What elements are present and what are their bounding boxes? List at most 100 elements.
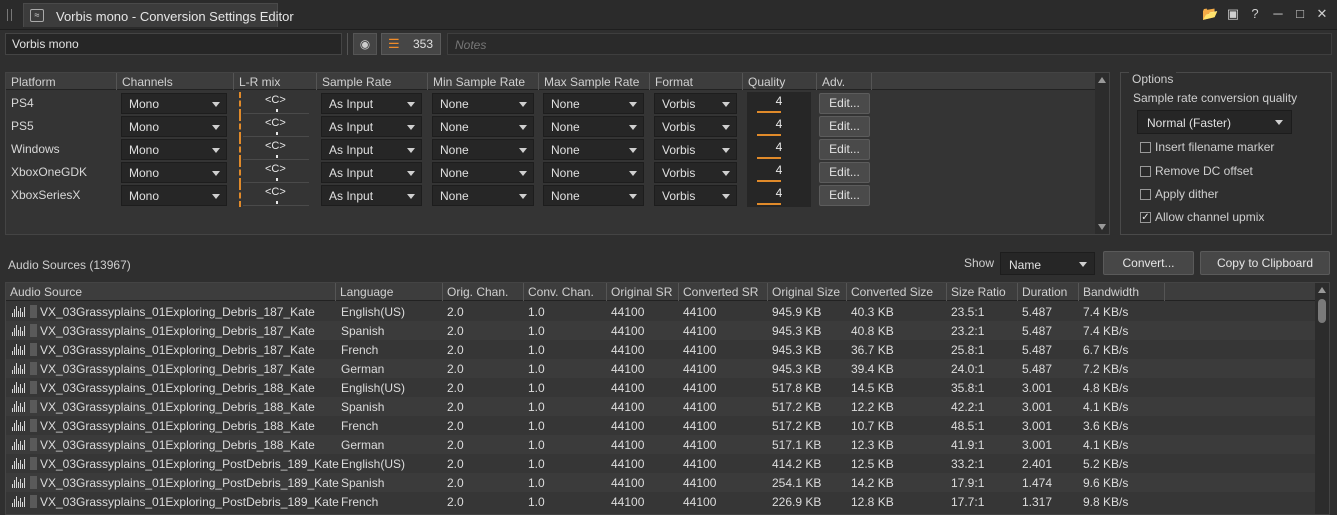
col-conv-chan[interactable]: Conv. Chan. bbox=[524, 283, 607, 301]
sample-rate-dropdown[interactable]: As Input bbox=[321, 185, 422, 206]
convert-button[interactable]: Convert... bbox=[1103, 251, 1194, 275]
table-row[interactable]: VX_03Grassyplains_01Exploring_Debris_188… bbox=[6, 435, 1316, 454]
format-dropdown[interactable]: Vorbis bbox=[654, 139, 737, 160]
channels-dropdown[interactable]: Mono bbox=[121, 185, 227, 206]
sample-rate-dropdown[interactable]: As Input bbox=[321, 139, 422, 160]
table-row[interactable]: VX_03Grassyplains_01Exploring_Debris_188… bbox=[6, 416, 1316, 435]
table-row[interactable]: VX_03Grassyplains_01Exploring_Debris_188… bbox=[6, 397, 1316, 416]
quality-slider[interactable]: 4 bbox=[747, 161, 811, 184]
max-sample-rate-dropdown[interactable]: None bbox=[543, 162, 644, 183]
sample-rate-dropdown[interactable]: As Input bbox=[321, 162, 422, 183]
edit-button[interactable]: Edit... bbox=[819, 139, 870, 160]
show-dropdown[interactable]: Name bbox=[1000, 252, 1095, 275]
minimize-icon[interactable]: ─ bbox=[1270, 6, 1286, 22]
platform-row[interactable]: XboxSeriesX Mono <C> As Input None None … bbox=[6, 184, 1095, 207]
col-converted-size[interactable]: Converted Size bbox=[847, 283, 947, 301]
max-sample-rate-dropdown[interactable]: None bbox=[543, 139, 644, 160]
scroll-up-icon[interactable] bbox=[1318, 287, 1326, 293]
lr-mix-control[interactable]: <C> bbox=[239, 92, 311, 115]
quality-slider[interactable]: 4 bbox=[747, 138, 811, 161]
color-palette-button[interactable]: ◉ bbox=[353, 33, 377, 55]
min-sample-rate-dropdown[interactable]: None bbox=[432, 93, 534, 114]
sample-rate-dropdown[interactable]: As Input bbox=[321, 93, 422, 114]
lr-mix-control[interactable]: <C> bbox=[239, 161, 311, 184]
notes-field[interactable]: Notes bbox=[447, 33, 1332, 55]
quality-slider[interactable]: 4 bbox=[747, 184, 811, 207]
platform-row[interactable]: XboxOneGDK Mono <C> As Input None None V… bbox=[6, 161, 1095, 184]
references-button[interactable]: ☰ 353 bbox=[381, 33, 441, 55]
table-row[interactable]: VX_03Grassyplains_01Exploring_Debris_187… bbox=[6, 359, 1316, 378]
col-channels[interactable]: Channels bbox=[117, 73, 234, 90]
edit-button[interactable]: Edit... bbox=[819, 185, 870, 206]
table-row[interactable]: VX_03Grassyplains_01Exploring_Debris_187… bbox=[6, 340, 1316, 359]
min-sample-rate-dropdown[interactable]: None bbox=[432, 185, 534, 206]
checkbox-box[interactable] bbox=[1140, 142, 1151, 153]
channels-dropdown[interactable]: Mono bbox=[121, 116, 227, 137]
channels-dropdown[interactable]: Mono bbox=[121, 93, 227, 114]
edit-button[interactable]: Edit... bbox=[819, 93, 870, 114]
format-dropdown[interactable]: Vorbis bbox=[654, 93, 737, 114]
col-converted-sr[interactable]: Converted SR bbox=[679, 283, 768, 301]
col-adv[interactable]: Adv. bbox=[817, 73, 872, 90]
edit-button[interactable]: Edit... bbox=[819, 162, 870, 183]
max-sample-rate-dropdown[interactable]: None bbox=[543, 116, 644, 137]
min-sample-rate-dropdown[interactable]: None bbox=[432, 116, 534, 137]
sample-rate-dropdown[interactable]: As Input bbox=[321, 116, 422, 137]
col-format[interactable]: Format bbox=[650, 73, 743, 90]
close-icon[interactable]: ✕ bbox=[1314, 6, 1330, 22]
edit-button[interactable]: Edit... bbox=[819, 116, 870, 137]
table-row[interactable]: VX_03Grassyplains_01Exploring_PostDebris… bbox=[6, 492, 1316, 511]
quality-slider[interactable]: 4 bbox=[747, 115, 811, 138]
window-tab[interactable]: ≈ Vorbis mono - Conversion Settings Edit… bbox=[23, 3, 294, 27]
min-sample-rate-dropdown[interactable]: None bbox=[432, 162, 534, 183]
max-sample-rate-dropdown[interactable]: None bbox=[543, 93, 644, 114]
col-max-sample-rate[interactable]: Max Sample Rate bbox=[539, 73, 650, 90]
save-icon[interactable]: ▣ bbox=[1225, 6, 1241, 22]
col-sample-rate[interactable]: Sample Rate bbox=[317, 73, 428, 90]
scroll-down-icon[interactable] bbox=[1098, 224, 1106, 230]
lr-mix-control[interactable]: <C> bbox=[239, 138, 311, 161]
col-lr-mix[interactable]: L-R mix bbox=[234, 73, 317, 90]
quality-slider[interactable]: 4 bbox=[747, 92, 811, 115]
table-row[interactable]: VX_03Grassyplains_01Exploring_Debris_187… bbox=[6, 302, 1316, 321]
table-row[interactable]: VX_03Grassyplains_01Exploring_PostDebris… bbox=[6, 454, 1316, 473]
table-row[interactable]: VX_03Grassyplains_01Exploring_Debris_187… bbox=[6, 321, 1316, 340]
platform-row[interactable]: PS5 Mono <C> As Input None None Vorbis 4… bbox=[6, 115, 1095, 138]
copy-to-clipboard-button[interactable]: Copy to Clipboard bbox=[1200, 251, 1330, 275]
col-size-ratio[interactable]: Size Ratio bbox=[947, 283, 1018, 301]
channels-dropdown[interactable]: Mono bbox=[121, 162, 227, 183]
drag-grip-icon[interactable] bbox=[7, 9, 12, 21]
scroll-thumb[interactable] bbox=[1318, 299, 1326, 323]
col-audio-source[interactable]: Audio Source bbox=[6, 283, 336, 301]
lr-mix-control[interactable]: <C> bbox=[239, 184, 311, 207]
col-bandwidth[interactable]: Bandwidth bbox=[1079, 283, 1165, 301]
src-quality-dropdown[interactable]: Normal (Faster) bbox=[1137, 110, 1292, 134]
format-dropdown[interactable]: Vorbis bbox=[654, 185, 737, 206]
format-dropdown[interactable]: Vorbis bbox=[654, 116, 737, 137]
scroll-up-icon[interactable] bbox=[1098, 77, 1106, 83]
col-duration[interactable]: Duration bbox=[1018, 283, 1079, 301]
platform-row[interactable]: Windows Mono <C> As Input None None Vorb… bbox=[6, 138, 1095, 161]
folder-open-icon[interactable]: 📂 bbox=[1202, 6, 1218, 22]
audio-sources-scrollbar[interactable] bbox=[1315, 283, 1329, 514]
checkbox-box[interactable] bbox=[1140, 189, 1151, 200]
platform-row[interactable]: PS4 Mono <C> As Input None None Vorbis 4… bbox=[6, 92, 1095, 115]
table-row[interactable]: VX_03Grassyplains_01Exploring_Debris_188… bbox=[6, 378, 1316, 397]
checkbox-box[interactable] bbox=[1140, 166, 1151, 177]
col-min-sample-rate[interactable]: Min Sample Rate bbox=[428, 73, 539, 90]
settings-name-field[interactable]: Vorbis mono bbox=[5, 33, 342, 55]
checkmark-icon[interactable]: ✓ bbox=[1140, 212, 1151, 223]
col-original-size[interactable]: Original Size bbox=[768, 283, 847, 301]
help-icon[interactable]: ? bbox=[1247, 6, 1263, 22]
col-quality[interactable]: Quality bbox=[743, 73, 817, 90]
max-sample-rate-dropdown[interactable]: None bbox=[543, 185, 644, 206]
col-original-sr[interactable]: Original SR bbox=[607, 283, 679, 301]
format-dropdown[interactable]: Vorbis bbox=[654, 162, 737, 183]
col-platform[interactable]: Platform bbox=[6, 73, 117, 90]
col-orig-chan[interactable]: Orig. Chan. bbox=[443, 283, 524, 301]
channels-dropdown[interactable]: Mono bbox=[121, 139, 227, 160]
min-sample-rate-dropdown[interactable]: None bbox=[432, 139, 534, 160]
platform-table-scrollbar[interactable] bbox=[1095, 73, 1109, 234]
lr-mix-control[interactable]: <C> bbox=[239, 115, 311, 138]
table-row[interactable]: VX_03Grassyplains_01Exploring_PostDebris… bbox=[6, 473, 1316, 492]
